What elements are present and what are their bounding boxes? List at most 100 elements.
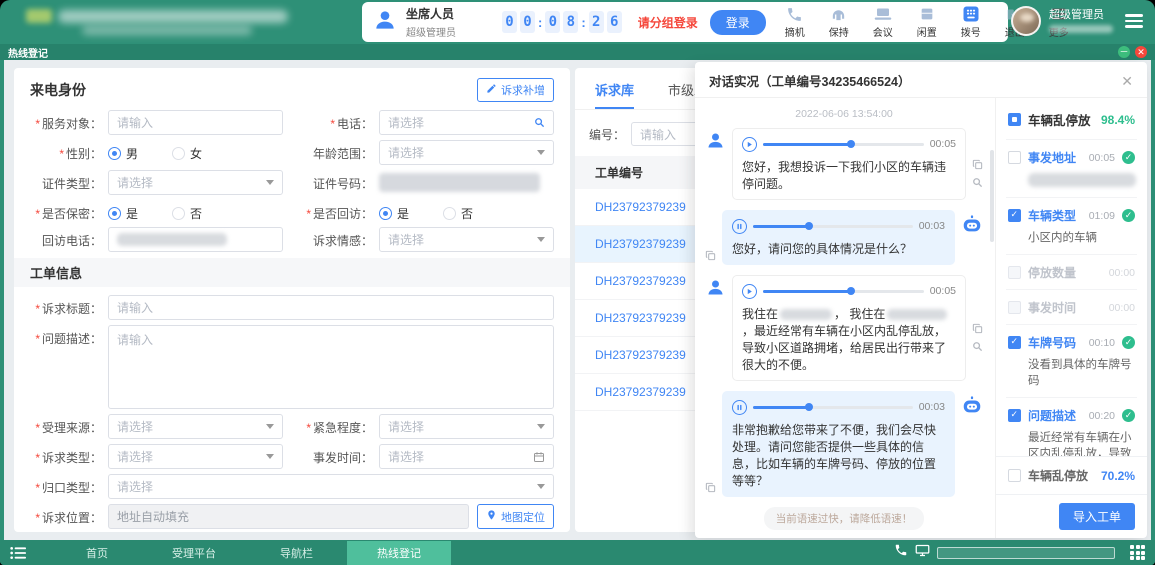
form-row: 是否保密：是否是否回访：是否 <box>30 200 554 222</box>
nav-list-icon[interactable] <box>10 546 26 560</box>
chat-message: 00:03您好，请问您的具体情况是什么？ <box>705 210 983 265</box>
minimize-icon[interactable]: － <box>1118 46 1130 58</box>
audio-progress-track[interactable] <box>753 225 913 228</box>
play-icon[interactable] <box>742 284 757 299</box>
radio-option[interactable]: 是 <box>379 205 409 222</box>
topbar-action-pickup[interactable]: 摘机 <box>774 6 816 39</box>
checkbox[interactable] <box>1008 151 1021 164</box>
radio-label: 是 <box>126 205 138 222</box>
audio-progress-track[interactable] <box>763 143 924 146</box>
status-input-bar[interactable] <box>937 547 1115 559</box>
audio-progress-track[interactable] <box>753 406 913 409</box>
field-label: 年龄范围： <box>301 140 373 162</box>
import-order-button[interactable]: 导入工单 <box>1059 503 1135 530</box>
select-field[interactable]: 请选择 <box>108 474 554 499</box>
text-input[interactable]: 请输入 <box>108 295 554 320</box>
search-select-field[interactable]: 请选择 <box>379 110 554 135</box>
section-title-identity: 来电身份 <box>30 80 86 100</box>
radio-dot <box>443 207 456 220</box>
select-field[interactable]: 请选择 <box>379 414 554 439</box>
copy-icon[interactable] <box>972 323 983 334</box>
field-label: 证件号码： <box>301 170 373 192</box>
search-icon <box>534 117 545 128</box>
chevron-down-icon <box>537 484 545 489</box>
close-window-icon[interactable]: ✕ <box>1135 46 1147 58</box>
search-icon[interactable] <box>972 341 983 352</box>
radio-option[interactable]: 男 <box>108 145 138 162</box>
chat-scrollbar[interactable] <box>990 150 994 242</box>
radio-dot <box>379 207 392 220</box>
play-icon[interactable] <box>742 137 757 152</box>
active-module-tab[interactable]: 热线登记 <box>8 45 48 60</box>
checkbox[interactable] <box>1008 301 1021 314</box>
intent-confidence: 70.2% <box>1101 469 1135 483</box>
audio-progress-knob[interactable] <box>805 222 813 230</box>
field-control: 请选择 <box>108 444 283 469</box>
audio-progress-knob[interactable] <box>805 403 813 411</box>
form-row: 性别：男女年龄范围：请选择 <box>30 140 554 165</box>
intent-confidence: 98.4% <box>1101 113 1135 127</box>
message-text: 非常抱歉给您带来了不便，我们会尽快处理。请问您能否提供一些具体的信息，比如车辆的… <box>732 422 945 490</box>
field-control: 请选择 <box>379 414 554 439</box>
copy-icon[interactable] <box>972 159 983 170</box>
text-input[interactable] <box>108 227 283 252</box>
bottom-tab-导航栏[interactable]: 导航栏 <box>250 541 343 565</box>
audio-progress-fill <box>753 406 809 409</box>
monitor-icon[interactable] <box>915 544 930 562</box>
select-field[interactable]: 请选择 <box>108 170 283 195</box>
field-control: 是否 <box>379 200 554 222</box>
copy-icon[interactable] <box>705 250 716 261</box>
audio-duration: 00:03 <box>919 220 945 232</box>
select-field[interactable]: 请选择 <box>379 140 554 165</box>
apps-grid-icon[interactable] <box>1130 545 1145 560</box>
audio-progress-knob[interactable] <box>847 287 855 295</box>
checkbox-checked[interactable] <box>1008 336 1021 349</box>
textarea-input[interactable]: 请输入 <box>108 325 554 409</box>
audio-progress-knob[interactable] <box>847 140 855 148</box>
select-field[interactable]: 请选择 <box>379 227 554 252</box>
topbar-action-meeting[interactable]: 会议 <box>862 6 904 39</box>
phone-icon[interactable] <box>894 543 908 562</box>
redacted-value <box>379 173 540 192</box>
login-button[interactable]: 登录 <box>710 10 766 35</box>
chevron-down-icon <box>266 424 274 429</box>
bottom-tab-首页[interactable]: 首页 <box>56 541 138 565</box>
avatar[interactable] <box>1011 6 1041 36</box>
menu-icon[interactable] <box>1121 10 1147 32</box>
map-locate-button[interactable]: 地图定位 <box>477 504 554 529</box>
close-dialog-icon[interactable]: ✕ <box>1121 74 1133 88</box>
copy-icon[interactable] <box>705 482 716 493</box>
caller-avatar-icon <box>705 130 726 156</box>
checkbox-checked[interactable] <box>1008 409 1021 422</box>
bottom-tab-热线登记[interactable]: 热线登记 <box>347 541 451 565</box>
audio-progress-track[interactable] <box>763 290 924 293</box>
radio-option[interactable]: 否 <box>172 205 202 222</box>
pause-icon[interactable] <box>732 219 747 234</box>
topbar-action-dial[interactable]: 拨号 <box>950 6 992 39</box>
checkbox-unchecked[interactable] <box>1008 469 1021 482</box>
select-field[interactable]: 请选择 <box>108 414 283 439</box>
message-bubble: 00:03非常抱歉给您带来了不便，我们会尽快处理。请问您能否提供一些具体的信息，… <box>722 391 955 497</box>
main-area: 来电身份 诉求补增 服务对象：请输入电话：请选择性别：男女年龄范围：请选择证件类… <box>4 60 1151 540</box>
bottom-tab-受理平台[interactable]: 受理平台 <box>142 541 246 565</box>
radio-option[interactable]: 否 <box>443 205 473 222</box>
topbar-action-hold[interactable]: 保持 <box>818 6 860 39</box>
pause-icon[interactable] <box>732 400 747 415</box>
checkbox[interactable] <box>1008 266 1021 279</box>
topbar-action-idle[interactable]: 闲置 <box>906 6 948 39</box>
search-icon[interactable] <box>972 177 983 188</box>
checkbox-partial[interactable] <box>1008 113 1021 126</box>
radio-option[interactable]: 女 <box>172 145 202 162</box>
radio-option[interactable]: 是 <box>108 205 138 222</box>
extract-time: 00:00 <box>1109 267 1135 279</box>
worklist-tab[interactable]: 诉求库 <box>595 80 634 109</box>
text-input[interactable]: 请选择 <box>379 444 554 469</box>
checkbox-checked[interactable] <box>1008 209 1021 222</box>
top-bar: 坐席人员 超级管理员 00:08:26 请分组登录 登录 摘机保持会议闲置拨号退… <box>0 0 1155 44</box>
extract-value: 小区内的车辆 <box>1028 230 1135 246</box>
field-label: 回访电话： <box>30 227 102 249</box>
select-field[interactable]: 请选择 <box>108 444 283 469</box>
text-input[interactable]: 请输入 <box>108 110 283 135</box>
appeal-append-button[interactable]: 诉求补增 <box>477 78 554 102</box>
readonly-input: 地址自动填充 <box>108 504 469 529</box>
